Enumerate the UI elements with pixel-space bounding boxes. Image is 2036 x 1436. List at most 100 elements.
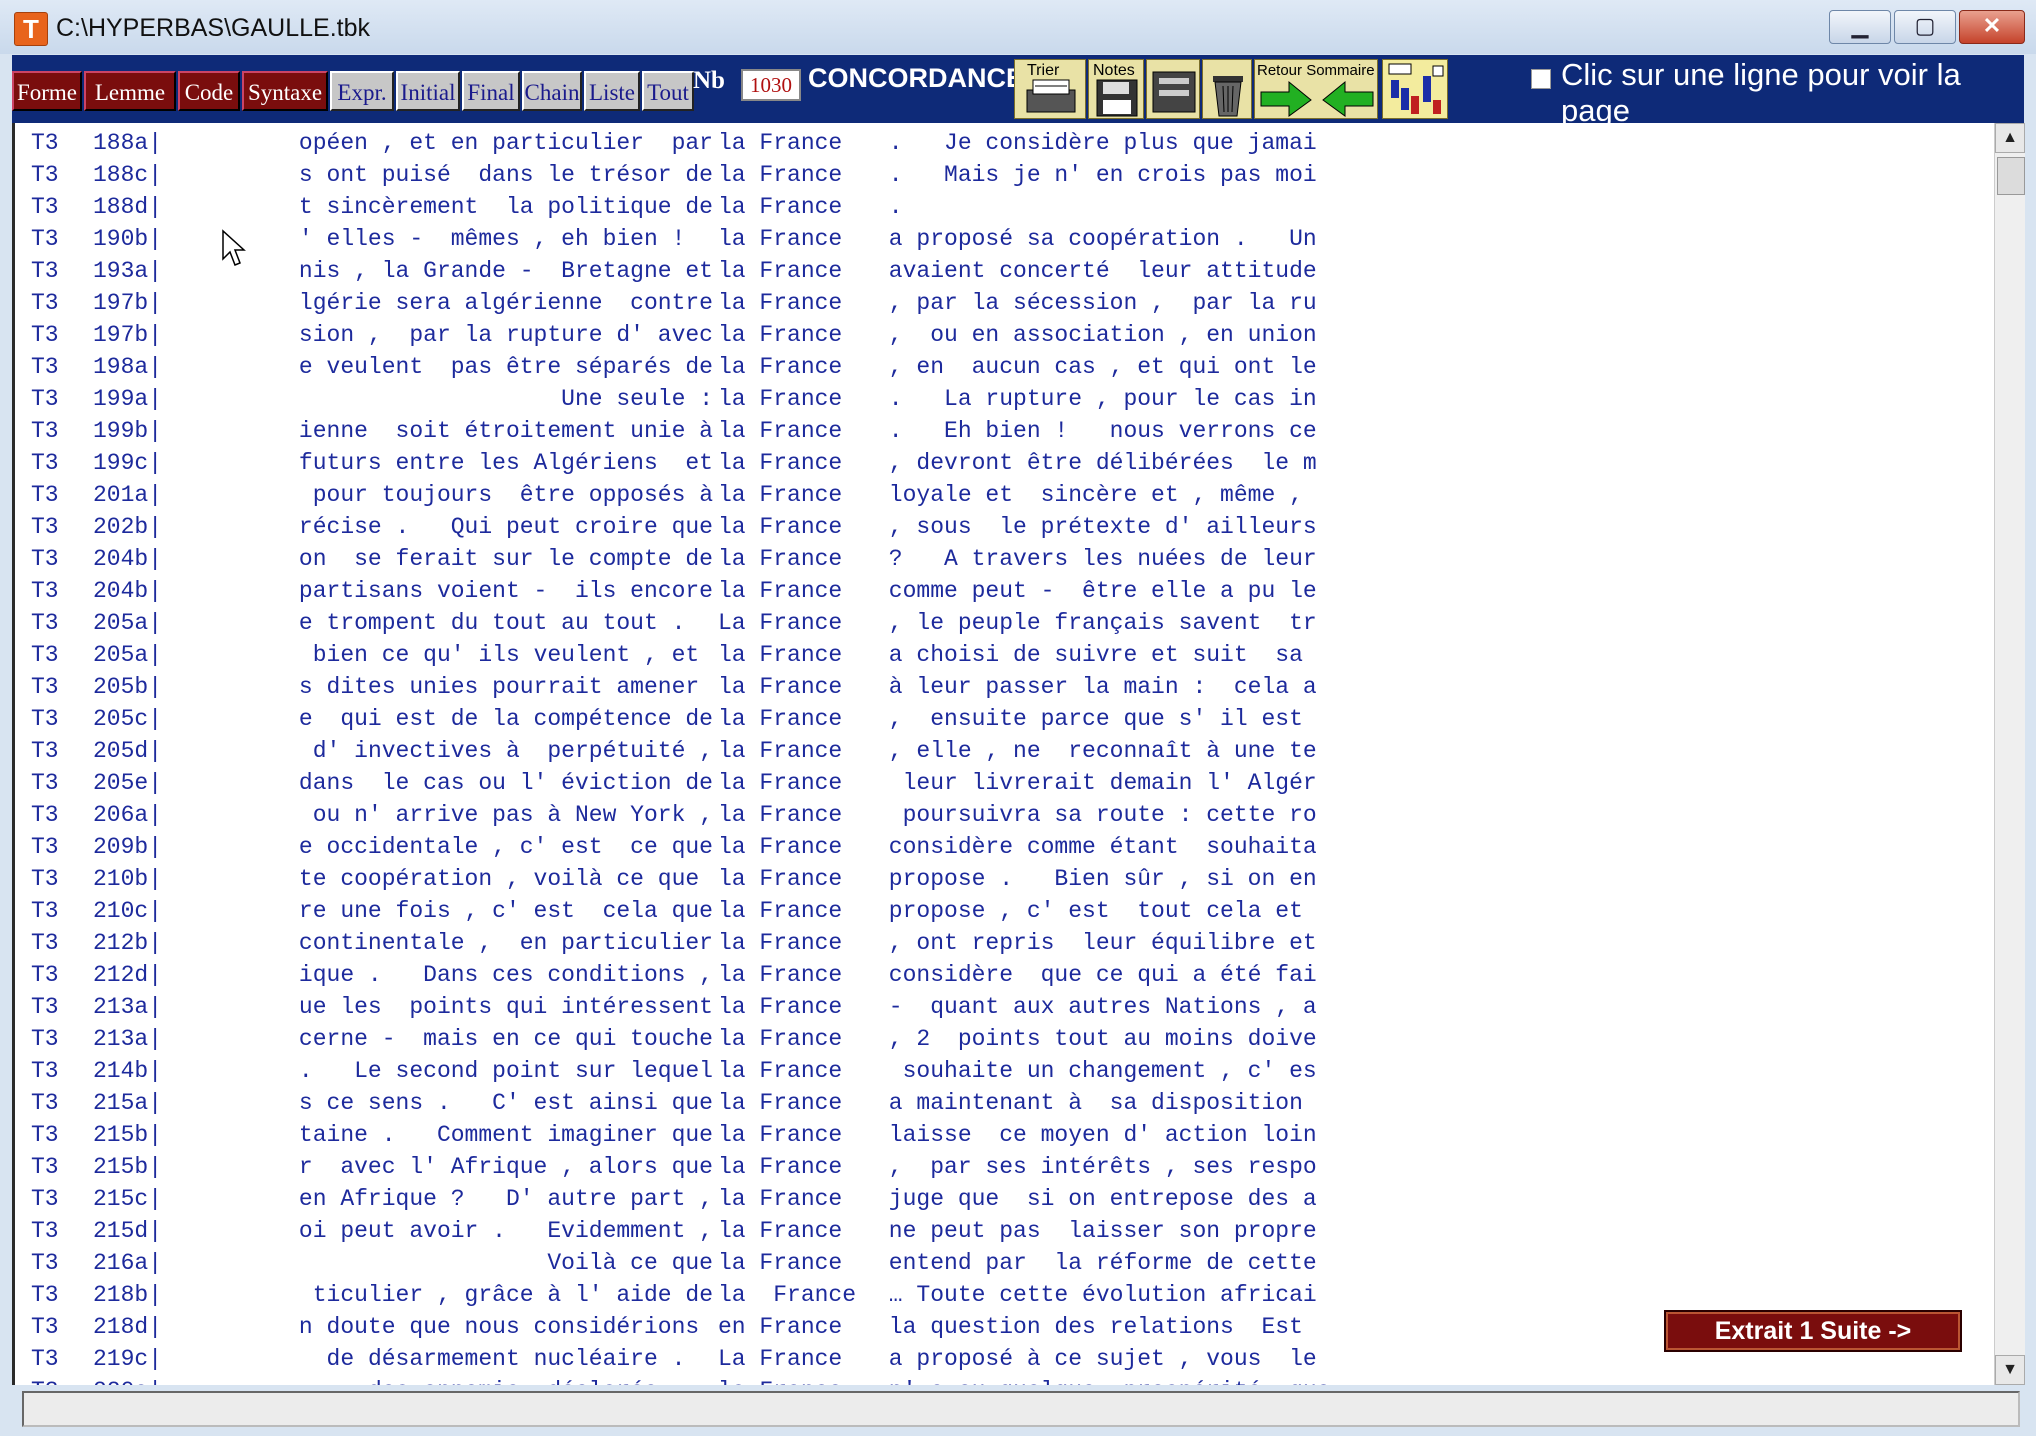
row-left-context: ticulier , grâce à l' aide de <box>312 1282 713 1308</box>
row-keyword: la France <box>718 1122 843 1148</box>
nb-count-field: 1030 <box>741 69 801 101</box>
row-left-context: cerne - mais en ce qui touche <box>298 1026 713 1052</box>
row-code: T3 <box>31 610 59 636</box>
row-right-context: , par ses intérêts , ses respo <box>875 1154 1317 1180</box>
row-left-context: dans le cas ou l' éviction de <box>298 770 713 796</box>
row-code: T3 <box>31 418 59 444</box>
row-left-context: oi peut avoir . Evidemment , <box>298 1218 713 1244</box>
syntaxe-button[interactable]: Syntaxe <box>242 71 328 111</box>
row-keyword: la France <box>718 706 843 732</box>
row-keyword: la France <box>718 130 843 156</box>
row-right-context: leur livrerait demain l' Algér <box>875 770 1317 796</box>
final-button[interactable]: Final <box>462 71 520 111</box>
row-left-context: récise . Qui peut croire que <box>298 514 713 540</box>
row-right-context: loyale et sincère et , même , <box>875 482 1303 508</box>
trash-button[interactable] <box>1202 59 1252 119</box>
row-keyword: la France <box>718 258 843 284</box>
row-reference: 188c| <box>93 162 163 188</box>
row-code: T3 <box>31 930 59 956</box>
vertical-scrollbar[interactable]: ▲ ▼ <box>1994 123 2025 1385</box>
row-reference: 190b| <box>93 226 163 252</box>
row-code: T3 <box>31 514 59 540</box>
row-reference: 199a| <box>93 386 163 412</box>
extrait-suite-button[interactable]: Extrait 1 Suite -> <box>1664 1310 1962 1352</box>
initial-button[interactable]: Initial <box>396 71 460 111</box>
row-code: T3 <box>31 802 59 828</box>
retour-sommaire-button[interactable]: Retour Sommaire <box>1254 59 1378 119</box>
scroll-thumb[interactable] <box>1997 157 2025 195</box>
row-left-context: ienne soit étroitement unie à <box>298 418 713 444</box>
row-right-context: avaient concerté leur attitude <box>875 258 1317 284</box>
liste-button[interactable]: Liste <box>584 71 640 111</box>
row-left-context: taine . Comment imaginer que <box>298 1122 713 1148</box>
row-keyword: la France <box>718 418 843 444</box>
row-keyword: la France <box>718 930 843 956</box>
row-code: T3 <box>31 1218 59 1244</box>
forme-button[interactable]: Forme <box>12 71 82 111</box>
concordance-list[interactable]: T3 188a| opéen , et en particulier par la F… <box>12 123 1997 1385</box>
row-right-context: ? A travers les nuées de leur <box>875 546 1317 572</box>
row-left-context: e trompent du tout au tout . <box>298 610 713 636</box>
scroll-up-button[interactable]: ▲ <box>1995 123 2025 153</box>
row-right-context: poursuivra sa route : cette ro <box>875 802 1317 828</box>
chart-button[interactable] <box>1382 59 1448 119</box>
row-keyword: la France <box>718 1375 842 1385</box>
row-keyword: la France <box>718 994 843 1020</box>
row-code: T3 <box>31 226 59 252</box>
row-left-context: Voilà ce que <box>547 1250 713 1276</box>
row-reference: 199b| <box>93 418 163 444</box>
concordance-title: CONCORDANCE <box>808 63 1024 93</box>
row-keyword: la France <box>718 1090 843 1116</box>
row-code: T3 <box>31 738 59 764</box>
row-keyword: la France <box>718 290 843 316</box>
row-code: T3 <box>31 706 59 732</box>
row-right-context: . Je considère plus que jamai <box>875 130 1317 156</box>
row-keyword: la France <box>718 322 843 348</box>
print-button[interactable] <box>1146 59 1200 119</box>
row-right-context: … Toute cette évolution africai <box>875 1282 1317 1308</box>
row-left-context: partisans voient - ils encore <box>298 578 713 604</box>
row-code: T3 <box>31 834 59 860</box>
row-keyword: la France <box>718 866 843 892</box>
code-button[interactable]: Code <box>178 71 240 111</box>
row-left-context: te coopération , voilà ce que <box>298 866 713 892</box>
trier-button[interactable]: Trier <box>1014 59 1086 119</box>
row-right-context: considère que ce qui a été fai <box>875 962 1317 988</box>
row-left-context: e occidentale , c' est ce que <box>298 834 713 860</box>
row-keyword: la France <box>718 898 843 924</box>
scroll-down-button[interactable]: ▼ <box>1995 1355 2025 1385</box>
row-left-context: d' invectives à perpétuité , <box>312 738 713 764</box>
chain-button[interactable]: Chain <box>522 71 582 111</box>
click-line-checkbox[interactable] <box>1531 69 1551 89</box>
minimize-button[interactable]: ▁ <box>1829 10 1891 44</box>
notes-button[interactable]: Notes <box>1088 59 1144 119</box>
row-right-context: la question des relations Est <box>875 1314 1303 1340</box>
app-icon: T <box>14 12 48 46</box>
row-code: T3 <box>31 450 59 476</box>
row-right-context: , en aucun cas , et qui ont le <box>875 354 1317 380</box>
row-code: T3 <box>31 354 59 380</box>
close-button[interactable]: ✕ <box>1959 10 2025 44</box>
row-code: T3 <box>31 1282 59 1308</box>
row-keyword: la France <box>718 1186 843 1212</box>
row-code: T3 <box>31 962 59 988</box>
lemme-button[interactable]: Lemme <box>84 71 176 111</box>
row-code: T3 <box>31 1154 59 1180</box>
row-reference: 204b| <box>93 546 163 572</box>
tout-button[interactable]: Tout <box>642 71 694 111</box>
row-code: T3 <box>31 386 59 412</box>
row-right-context: ne peut pas laisser son propre <box>875 1218 1317 1244</box>
row-left-context: opéen , et en particulier par <box>298 130 713 156</box>
row-left-context: en Afrique ? D' autre part , <box>298 1186 713 1212</box>
row-keyword: la France <box>718 802 843 828</box>
row-keyword: la France <box>718 162 843 188</box>
row-right-context: , ou en association , en union <box>875 322 1317 348</box>
row-code: T3 <box>31 482 59 508</box>
maximize-button[interactable]: ▢ <box>1894 10 1956 44</box>
row-reference: 216a| <box>93 1250 163 1276</box>
row-left-context: e veulent pas être séparés de <box>298 354 713 380</box>
expr-button[interactable]: Expr. <box>330 71 394 111</box>
row-code: T3 <box>31 258 59 284</box>
row-reference: 199c| <box>93 450 163 476</box>
row-left-context: . Le second point sur lequel <box>298 1058 713 1084</box>
